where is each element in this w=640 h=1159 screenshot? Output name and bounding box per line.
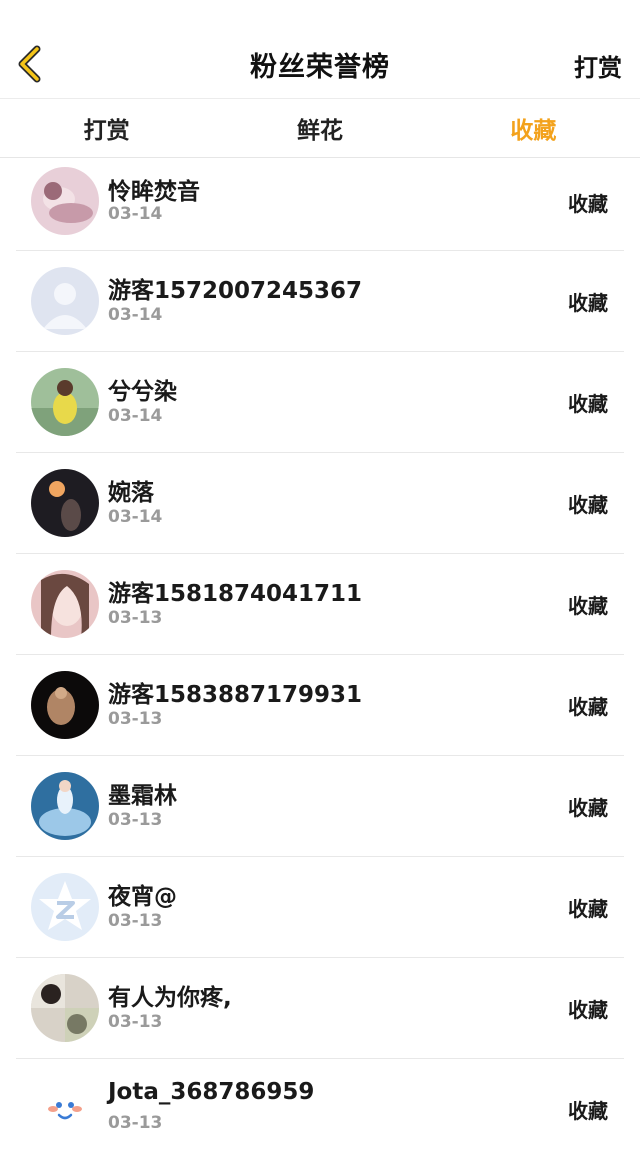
date-label: 03-14 xyxy=(108,204,163,224)
date-label: 03-14 xyxy=(108,305,163,325)
tab-bar: 打赏 鲜花 收藏 xyxy=(0,99,640,158)
action-label: 收藏 xyxy=(568,796,608,820)
avatar[interactable] xyxy=(31,772,99,840)
qq-star-avatar[interactable] xyxy=(31,873,99,941)
action-label: 收藏 xyxy=(568,493,608,517)
chevron-left-icon xyxy=(18,45,41,83)
list-item[interactable]: 游客1581874041711 03-13 收藏 xyxy=(16,554,624,655)
action-label: 收藏 xyxy=(568,998,608,1022)
list-item[interactable]: Jota_368786959 03-13 收藏 xyxy=(16,1059,624,1159)
user-name: 兮兮染 xyxy=(108,379,177,405)
user-name: 游客1572007245367 xyxy=(108,278,363,304)
avatar[interactable] xyxy=(31,167,99,235)
smiley-avatar[interactable] xyxy=(31,1075,99,1143)
action-label: 收藏 xyxy=(568,1099,608,1123)
list-item[interactable]: 游客1583887179931 03-13 收藏 xyxy=(16,655,624,756)
action-label: 收藏 xyxy=(568,291,608,315)
avatar[interactable] xyxy=(31,974,99,1042)
list-item[interactable]: 夜宵@ 03-13 收藏 xyxy=(16,857,624,958)
date-label: 03-14 xyxy=(108,406,163,426)
user-name: 墨霜林 xyxy=(108,783,177,809)
action-label: 收藏 xyxy=(568,392,608,416)
avatar[interactable] xyxy=(31,570,99,638)
user-name: 夜宵@ xyxy=(108,884,177,910)
date-label: 03-13 xyxy=(108,911,163,931)
date-label: 03-13 xyxy=(108,709,163,729)
list-item[interactable]: 有人为你疼, 03-13 收藏 xyxy=(16,958,624,1059)
tab-reward[interactable]: 打赏 xyxy=(0,99,213,157)
avatar[interactable] xyxy=(31,469,99,537)
date-label: 03-13 xyxy=(108,810,163,830)
user-name: 游客1581874041711 xyxy=(108,581,363,607)
user-name: Jota_368786959 xyxy=(108,1079,315,1105)
nav-bar: 粉丝荣誉榜 打赏 xyxy=(0,0,640,99)
tab-favorites[interactable]: 收藏 xyxy=(427,99,640,157)
action-label: 收藏 xyxy=(568,192,608,216)
date-label: 03-13 xyxy=(108,1113,163,1133)
list-item[interactable]: 兮兮染 03-14 收藏 xyxy=(16,352,624,453)
user-name: 有人为你疼, xyxy=(108,985,232,1011)
default-user-avatar[interactable] xyxy=(31,267,99,335)
page-title: 粉丝荣誉榜 xyxy=(250,51,390,83)
list-item[interactable]: 怜眸焚音 03-14 收藏 xyxy=(16,158,624,251)
reward-button[interactable]: 打赏 xyxy=(574,48,622,83)
avatar[interactable] xyxy=(31,368,99,436)
list-item[interactable]: 墨霜林 03-13 收藏 xyxy=(16,756,624,857)
avatar[interactable] xyxy=(31,671,99,739)
date-label: 03-14 xyxy=(108,507,163,527)
list-item[interactable]: 婉落 03-14 收藏 xyxy=(16,453,624,554)
action-label: 收藏 xyxy=(568,594,608,618)
fan-list: 怜眸焚音 03-14 收藏 游客1572007245367 03-14 收藏 兮… xyxy=(0,158,640,1159)
date-label: 03-13 xyxy=(108,1012,163,1032)
list-item[interactable]: 游客1572007245367 03-14 收藏 xyxy=(16,251,624,352)
date-label: 03-13 xyxy=(108,608,163,628)
back-button[interactable] xyxy=(14,44,44,84)
tab-flowers[interactable]: 鲜花 xyxy=(213,99,426,157)
user-name: 婉落 xyxy=(108,480,154,506)
user-name: 怜眸焚音 xyxy=(108,179,200,205)
action-label: 收藏 xyxy=(568,897,608,921)
action-label: 收藏 xyxy=(568,695,608,719)
user-name: 游客1583887179931 xyxy=(108,682,363,708)
